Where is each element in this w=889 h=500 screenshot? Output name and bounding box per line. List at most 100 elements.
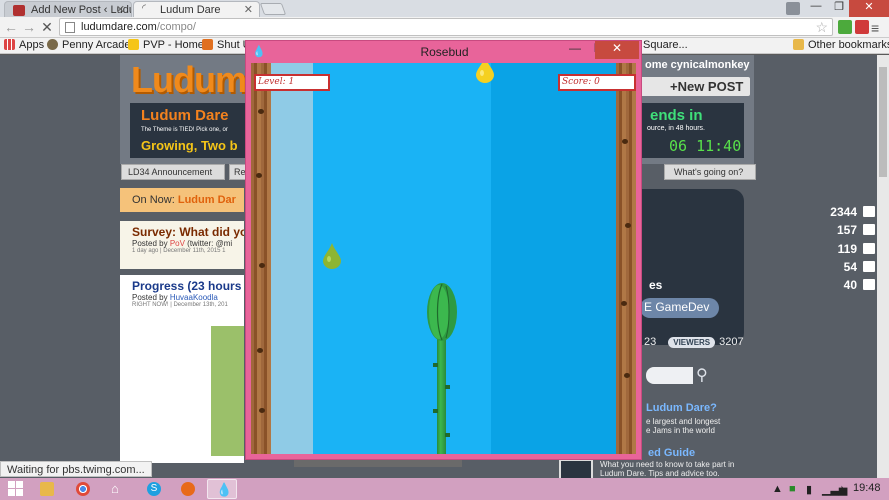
taskbar: ⌂ S 💧 ▲ ■ ▮ ▁▃▅ ♪ 19:48 [0,478,889,500]
game-canvas[interactable]: Level: 1 Score: 0 [251,63,636,454]
bookmark-square[interactable]: Square... [643,39,688,51]
level-display: Level: 1 [254,74,330,91]
countdown-sub: ource, in 48 hours. [647,125,705,132]
network-icon[interactable]: ▮ [806,483,812,496]
close-button[interactable]: ✕ [595,41,639,59]
pvp-icon [128,39,139,50]
tab-ludum-dare[interactable]: ◜ Ludum Dare ✕ [133,1,260,17]
whats-going-on-tab[interactable]: What's going on? [664,164,756,180]
stream-count: 54 [843,260,857,274]
forward-icon[interactable]: → [20,18,38,36]
on-now-bar: On Now: Ludum Dar [120,188,244,212]
stream-count: 119 [837,242,857,256]
gamedev-button[interactable]: E GameDev [640,298,719,318]
bookmark-shut-up[interactable]: Shut U [202,39,251,51]
theme-banner[interactable]: Ludum Dare The Theme is TIED! Pick one, … [130,103,250,158]
stream-panel [640,189,744,345]
profile-icon[interactable] [786,2,800,15]
lane-light [271,63,313,454]
guide-title[interactable]: ed Guide [648,447,695,459]
start-icon[interactable] [8,481,25,497]
what-is-ld-text: e largest and longest e Jams in the worl… [646,417,721,435]
twitch-icon[interactable] [863,279,875,290]
post-image-strip [294,459,462,467]
banner-title: Ludum Dare [141,107,229,124]
countdown-clock: 06 11:40 [669,137,742,155]
back-icon[interactable]: ← [2,18,20,36]
status-bubble: Waiting for pbs.twimg.com... [0,461,152,477]
extension-icon[interactable] [855,20,869,34]
volume-icon[interactable]: ♪ [839,483,845,495]
post-item: Survey: What did you Posted by PoV (twit… [120,221,244,269]
post-title[interactable]: Survey: What did you [132,225,244,239]
yellow-water-drop [476,63,494,83]
tray-app-icon[interactable]: ■ [789,483,796,495]
search-icon[interactable]: ⚲ [696,365,708,385]
tab-label: Ludum Dare [160,4,221,16]
welcome-text: ome cynicalmonkey [645,59,750,71]
stop-icon[interactable]: ✕ [38,18,56,36]
bookmark-star-icon[interactable]: ☆ [815,19,828,36]
twitch-icon[interactable] [863,243,875,254]
site-logo[interactable]: Ludum [131,59,247,101]
countdown-title: ends in [650,107,703,124]
scrollbar-thumb[interactable] [879,67,887,177]
twitch-icon[interactable] [863,224,875,235]
tab-add-new-post[interactable]: Add New Post ‹ Ludu ✕ [4,1,132,17]
tray-arrow-icon[interactable]: ▲ [772,483,783,495]
score-display: Score: 0 [558,74,636,91]
close-tab-icon[interactable]: ✕ [116,3,125,16]
close-browser-button[interactable]: ✕ [849,0,889,17]
post-meta: RIGHT NOW! | December 13th, 201 [132,302,228,308]
apps-icon [4,39,15,50]
url-text: ludumdare.com/compo/ [81,21,196,33]
twitch-icon[interactable] [863,261,875,272]
left-wooden-wall [251,63,271,454]
guide-icon [559,459,593,478]
countdown-panel: ends in ource, in 48 hours. 06 11:40 [640,103,744,158]
bookmark-apps[interactable]: Apps [4,39,44,51]
close-tab-icon[interactable]: ✕ [244,3,253,16]
stream-label: es [649,278,663,292]
bookmark-other[interactable]: Other bookmarks [793,39,889,51]
home-icon[interactable]: ⌂ [103,479,133,499]
skype-icon[interactable]: S [139,479,169,499]
bookmark-penny-arcade[interactable]: Penny Arcade [47,39,131,51]
rosebud-window: 💧 Rosebud — ☐ ✕ Level: 1 Score: 0 [245,40,642,460]
desktop: Add New Post ‹ Ludu ✕ ◜ Ludum Dare ✕ — ❐… [0,0,889,500]
explorer-icon[interactable] [32,479,62,499]
penny-arcade-icon [47,39,58,50]
folder-icon [793,39,804,50]
right-wooden-wall [616,63,636,454]
search-input[interactable] [646,367,693,384]
what-is-ld-title[interactable]: Ludum Dare? [646,402,717,414]
wordpress-favicon-icon [13,5,25,16]
new-post-button[interactable]: +New POST [640,77,750,96]
headset-icon[interactable] [173,479,203,499]
post-image [211,326,244,456]
chrome-icon[interactable] [68,479,98,499]
post-title[interactable]: Progress (23 hours in [132,279,244,293]
post-author-link[interactable]: PoV [170,239,185,248]
rosebud-icon[interactable]: 💧 [207,479,237,499]
stream-count: 40 [843,278,857,292]
page-scrollbar[interactable] [877,55,889,478]
new-tab-button[interactable] [259,3,287,15]
viewers-row: 23 VIEWERS 3207 [644,336,744,348]
twitch-icon[interactable] [863,206,875,217]
post-byline: Posted by PoV (twitter: @mi [132,239,233,248]
banner-line: The Theme is TIED! Pick one, or [141,127,228,133]
announcement-tab[interactable]: LD34 Announcement [121,164,225,180]
stream-count: 2344 [830,205,857,219]
chrome-menu-icon[interactable]: ≡ [871,20,879,36]
guide-text: What you need to know to take part in Lu… [600,460,735,478]
address-bar[interactable]: ludumdare.com/compo/ ☆ [59,18,833,36]
rosebud-player [427,283,457,341]
taskbar-clock[interactable]: 19:48 [853,482,881,494]
minimize-button[interactable]: — [562,41,588,59]
post-author-link[interactable]: HuvaaKoodla [170,293,218,302]
bookmark-pvp[interactable]: PVP - Home [128,39,204,51]
extension-icon[interactable] [838,20,852,34]
stream-count: 157 [836,223,857,237]
post-meta: 1 day ago | December 11th, 2015 1 [132,248,226,254]
